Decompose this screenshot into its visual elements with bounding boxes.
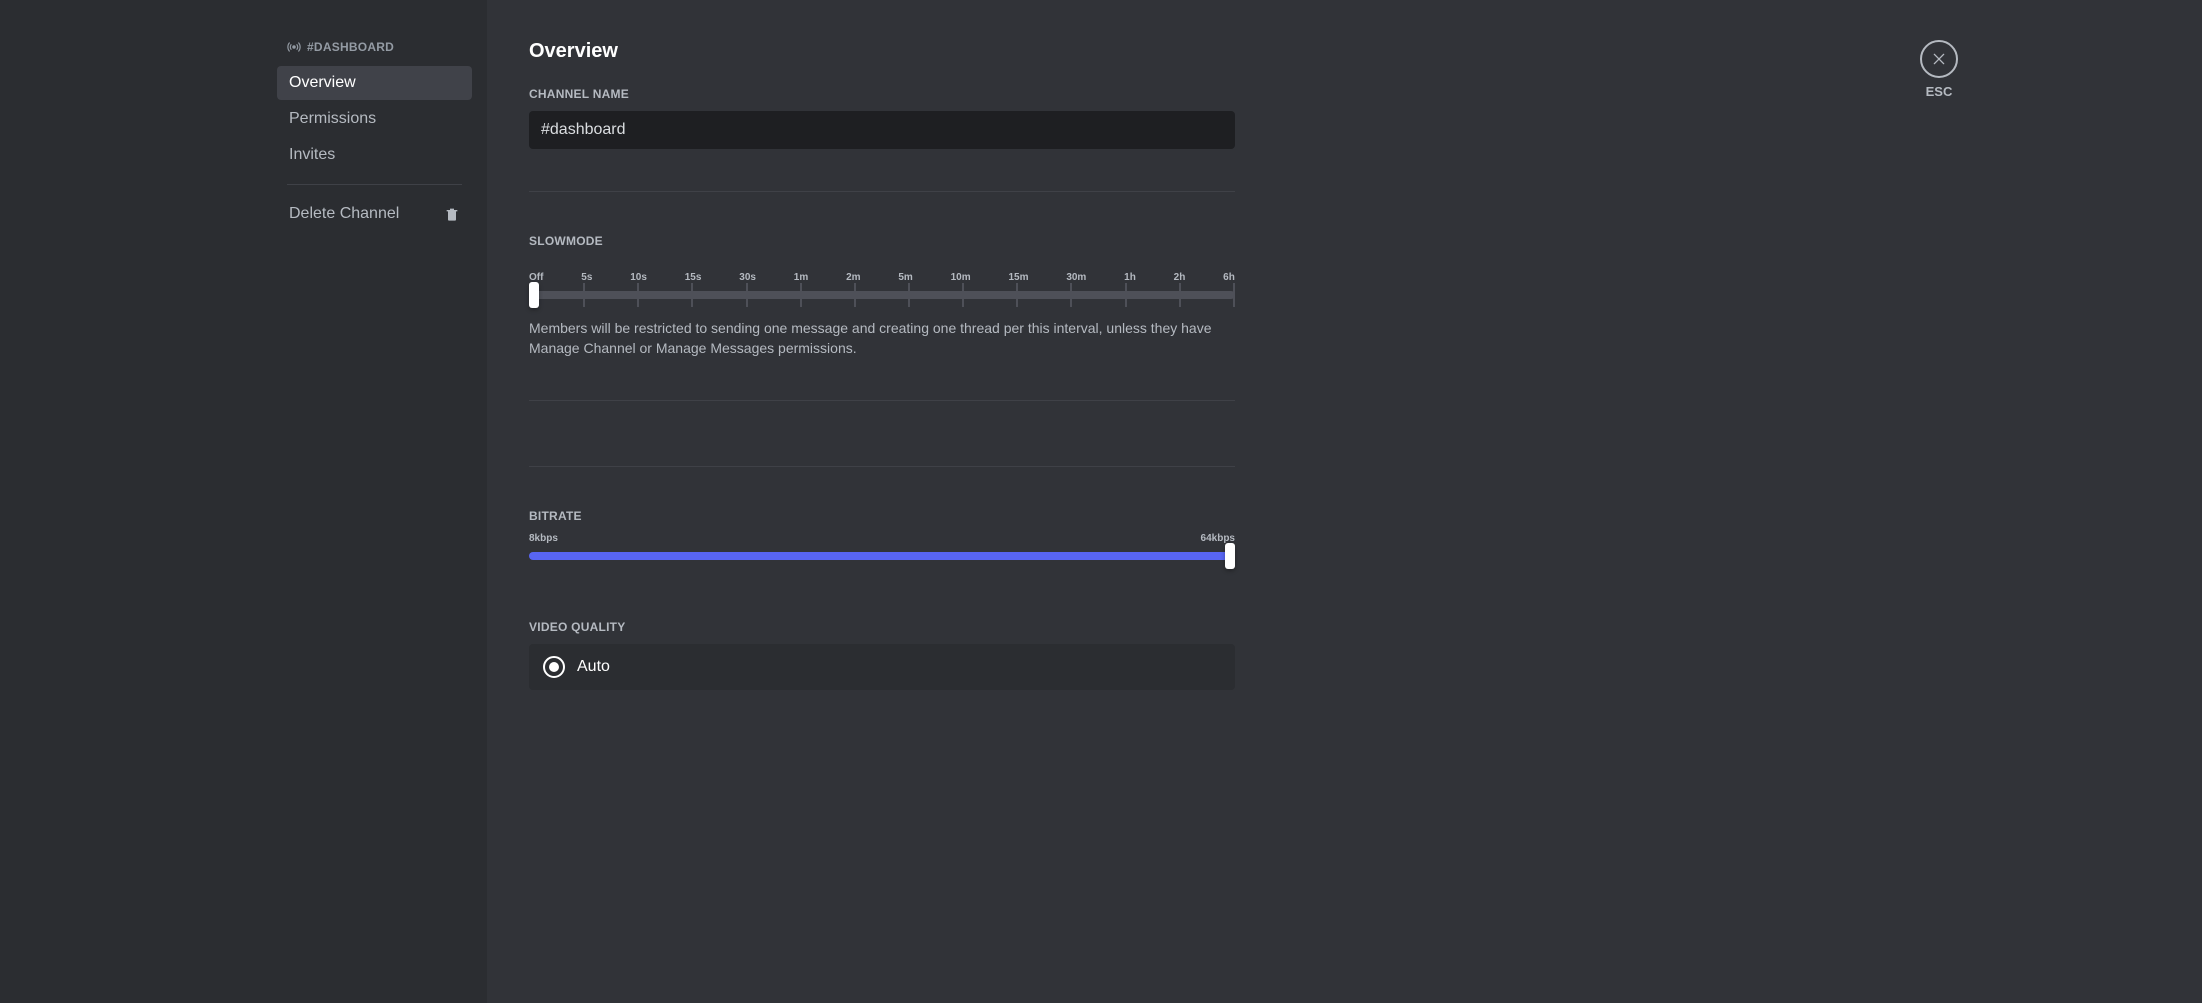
tick-mark bbox=[1016, 283, 1018, 307]
radio-label: Auto bbox=[577, 658, 610, 676]
video-quality-option-auto[interactable]: Auto bbox=[529, 644, 1235, 690]
tick-label: 1h bbox=[1124, 272, 1136, 283]
delete-channel-button[interactable]: Delete Channel bbox=[277, 197, 472, 231]
sidebar-item-label: Overview bbox=[289, 74, 356, 91]
sidebar-item-overview[interactable]: Overview bbox=[277, 66, 472, 100]
video-quality-label: Video Quality bbox=[529, 620, 1235, 634]
tick-mark bbox=[691, 283, 693, 307]
slowmode-label: Slowmode bbox=[529, 234, 1235, 248]
sidebar-nav: Overview Permissions Invites bbox=[277, 66, 472, 172]
trash-icon bbox=[444, 206, 460, 222]
tick-mark bbox=[962, 283, 964, 307]
bitrate-range-labels: 8kbps 64kbps bbox=[529, 533, 1235, 544]
tick-label: 5m bbox=[898, 272, 912, 283]
tick-label: 30m bbox=[1066, 272, 1086, 283]
bitrate-slider[interactable] bbox=[529, 552, 1235, 560]
tick-mark bbox=[854, 283, 856, 307]
channel-name-label: Channel Name bbox=[529, 87, 1235, 101]
sidebar-item-label: Invites bbox=[289, 146, 335, 163]
sidebar-divider bbox=[287, 184, 462, 185]
tick-label: 30s bbox=[739, 272, 756, 283]
tick-mark bbox=[1070, 283, 1072, 307]
tick-label: 10m bbox=[951, 272, 971, 283]
sidebar-item-label: Permissions bbox=[289, 110, 376, 127]
section-divider bbox=[529, 191, 1235, 192]
sidebar-header-text: #DASHBOARD bbox=[307, 40, 394, 54]
slowmode-track bbox=[529, 291, 1235, 299]
close-circle bbox=[1920, 40, 1958, 78]
close-button[interactable]: ESC bbox=[1920, 40, 1958, 99]
tick-mark bbox=[746, 283, 748, 307]
tick-label: 15m bbox=[1008, 272, 1028, 283]
sidebar-item-invites[interactable]: Invites bbox=[277, 138, 472, 172]
slowmode-slider[interactable]: Off 5s 10s 15s 30s 1m 2m 5m 10m 15m 30m … bbox=[529, 272, 1235, 299]
tick-label: 1m bbox=[794, 272, 808, 283]
delete-channel-label: Delete Channel bbox=[289, 205, 399, 223]
tick-label: 6h bbox=[1223, 272, 1235, 283]
tick-mark bbox=[908, 283, 910, 307]
tick-label: 2h bbox=[1174, 272, 1186, 283]
tick-mark bbox=[583, 283, 585, 307]
section-divider bbox=[529, 400, 1235, 401]
tick-mark bbox=[637, 283, 639, 307]
tick-label: 10s bbox=[630, 272, 647, 283]
settings-sidebar: #DASHBOARD Overview Permissions Invites … bbox=[0, 0, 487, 1003]
close-icon bbox=[1931, 51, 1947, 67]
close-label: ESC bbox=[1926, 84, 1953, 99]
tick-label: 15s bbox=[685, 272, 702, 283]
bitrate-label: Bitrate bbox=[529, 509, 1235, 523]
tick-mark bbox=[1125, 283, 1127, 307]
bitrate-handle[interactable] bbox=[1225, 543, 1235, 569]
main-content: ESC Overview Channel Name Slowmode Off 5… bbox=[487, 0, 2202, 1003]
sidebar-channel-header: #DASHBOARD bbox=[277, 40, 472, 54]
tick-label: 5s bbox=[581, 272, 592, 283]
tick-mark bbox=[800, 283, 802, 307]
tick-mark bbox=[1233, 283, 1235, 307]
tick-mark bbox=[1179, 283, 1181, 307]
stage-channel-icon bbox=[287, 40, 301, 54]
slowmode-tick-labels: Off 5s 10s 15s 30s 1m 2m 5m 10m 15m 30m … bbox=[529, 272, 1235, 283]
slowmode-handle[interactable] bbox=[529, 282, 539, 308]
bitrate-min-label: 8kbps bbox=[529, 533, 558, 544]
page-title: Overview bbox=[529, 40, 1235, 63]
channel-name-input[interactable] bbox=[529, 111, 1235, 149]
sidebar-item-permissions[interactable]: Permissions bbox=[277, 102, 472, 136]
radio-icon bbox=[543, 656, 565, 678]
tick-label: 2m bbox=[846, 272, 860, 283]
slowmode-description: Members will be restricted to sending on… bbox=[529, 319, 1235, 358]
section-divider bbox=[529, 466, 1235, 467]
